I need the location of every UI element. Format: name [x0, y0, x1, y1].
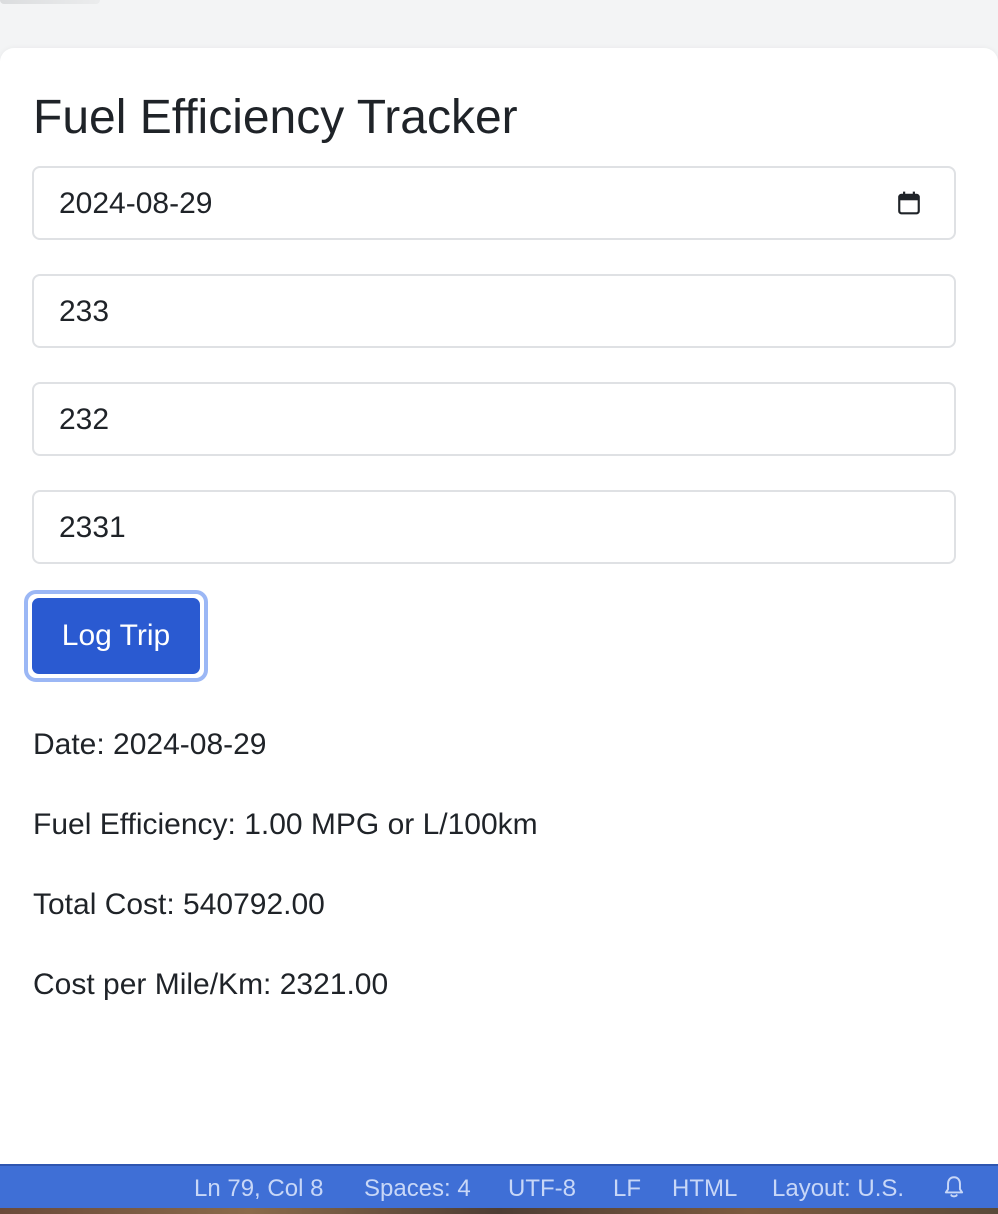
result-fuel-efficiency: Fuel Efficiency: 1.00 MPG or L/100km — [33, 808, 538, 841]
fuel-input-value: 232 — [59, 403, 110, 436]
page-title: Fuel Efficiency Tracker — [33, 91, 518, 144]
status-cursor-position[interactable]: Ln 79, Col 8 — [194, 1175, 323, 1203]
distance-input-value: 233 — [59, 295, 110, 328]
price-input[interactable]: 2331 — [32, 490, 956, 564]
log-trip-button[interactable]: Log Trip — [32, 598, 200, 674]
status-encoding[interactable]: UTF-8 — [508, 1175, 576, 1203]
log-trip-focus-ring: Log Trip — [24, 590, 208, 682]
status-keyboard-layout[interactable]: Layout: U.S. — [772, 1175, 904, 1203]
result-total-cost: Total Cost: 540792.00 — [33, 888, 325, 921]
fuel-input[interactable]: 232 — [32, 382, 956, 456]
result-cost-per-distance: Cost per Mile/Km: 2321.00 — [33, 968, 389, 1001]
status-bar: Ln 79, Col 8 Spaces: 4 UTF-8 LF HTML Lay… — [0, 1164, 998, 1208]
date-input[interactable]: 2024-08-29 — [32, 166, 956, 240]
calendar-icon[interactable] — [896, 190, 922, 216]
desktop-background-strip — [0, 1208, 998, 1214]
bell-icon[interactable] — [941, 1174, 967, 1200]
status-line-ending[interactable]: LF — [613, 1175, 641, 1203]
top-window-edge — [0, 0, 100, 4]
status-indentation[interactable]: Spaces: 4 — [364, 1175, 471, 1203]
status-language[interactable]: HTML — [672, 1175, 737, 1203]
result-date: Date: 2024-08-29 — [33, 728, 267, 761]
date-input-value: 2024-08-29 — [59, 187, 213, 220]
page: Fuel Efficiency Tracker 2024-08-29 233 2… — [0, 0, 998, 1214]
app-card: Fuel Efficiency Tracker 2024-08-29 233 2… — [0, 48, 998, 1164]
price-input-value: 2331 — [59, 511, 126, 544]
distance-input[interactable]: 233 — [32, 274, 956, 348]
